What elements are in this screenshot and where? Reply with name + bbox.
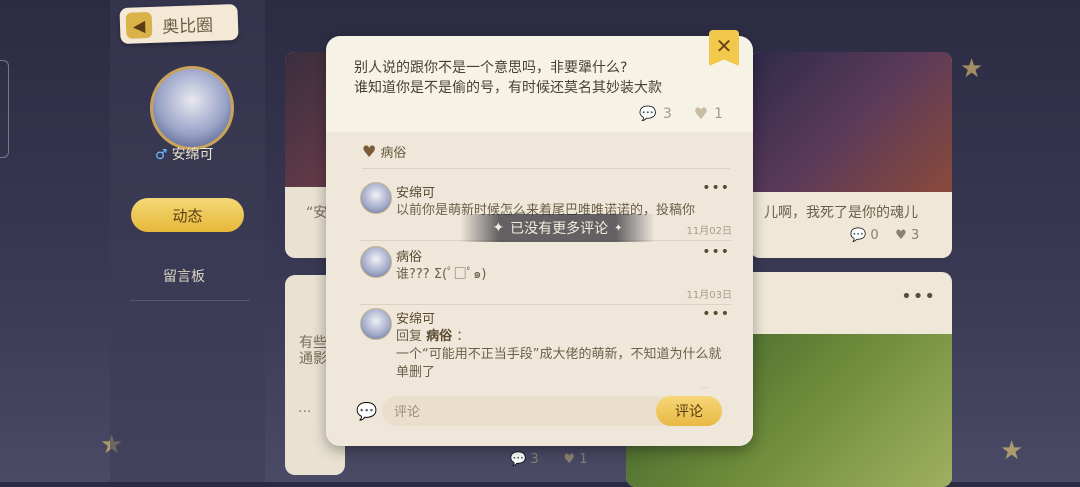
- submit-comment-button[interactable]: 评论: [656, 396, 722, 426]
- divider: [130, 300, 250, 301]
- reply-line: 回复 病俗 ：: [396, 328, 730, 346]
- post-stats: 💬 3 ♥ 1: [639, 104, 723, 123]
- comment-text: 谁??? Σ(ﾟ□ﾟ๑): [396, 267, 487, 282]
- comment-date: 11月02日: [686, 226, 732, 237]
- comment-count: 3: [530, 452, 539, 467]
- message-board-tab[interactable]: 留言板: [163, 266, 205, 286]
- more-options-icon[interactable]: •••: [702, 244, 730, 260]
- profile-name: ♂ 安绵可: [155, 144, 214, 164]
- comment-input[interactable]: [392, 396, 636, 428]
- star-decoration: ★: [1000, 436, 1024, 466]
- comment-input-box[interactable]: 评论: [382, 396, 722, 428]
- comment-icon: 💬: [639, 105, 657, 122]
- back-arrow-icon: ◀: [125, 11, 153, 39]
- heart-icon: ♥: [563, 452, 576, 467]
- sparkle-icon: ✦: [614, 222, 623, 234]
- commenter-avatar[interactable]: [360, 182, 392, 214]
- comment-date: 11月03日: [686, 290, 732, 301]
- like-button[interactable]: ♥ 1: [694, 104, 723, 123]
- comment-input-row: 💬 评论: [326, 388, 753, 446]
- commenter-name: 安绵可: [396, 312, 436, 327]
- like-count: 1: [579, 452, 588, 467]
- more-text: ...: [298, 400, 312, 416]
- reply-text: 一个“可能用不正当手段”成大佬的萌新，不知道为什么就单删了: [396, 347, 722, 380]
- commenter-avatar[interactable]: [360, 308, 392, 340]
- comment-count-button[interactable]: 💬 3: [639, 106, 671, 122]
- back-button[interactable]: ◀ 奥比圈: [119, 3, 239, 45]
- commenter-name: 病俗: [396, 250, 423, 265]
- comment-count: 3: [662, 105, 672, 122]
- like-count: 3: [910, 228, 920, 243]
- heart-icon: ♥: [362, 142, 377, 161]
- commenter-name: 安绵可: [396, 186, 436, 201]
- post-line: 别人说的跟你不是一个意思吗，非要犟什么?: [354, 60, 628, 76]
- toast-text: 已没有更多评论: [510, 221, 609, 237]
- back-label: 奥比圈: [161, 15, 214, 38]
- post-stats: 💬 3 ♥ 1: [510, 452, 587, 467]
- sparkle-icon: ✦: [492, 220, 505, 236]
- post-text: “安: [306, 205, 328, 221]
- reply-prefix: 回复: [396, 329, 423, 344]
- heart-icon: ♥: [693, 104, 709, 123]
- comment-text: 回复 病俗 ： 一个“可能用不正当手段”成大佬的萌新，不知道为什么就单删了: [396, 328, 730, 382]
- post-image: [750, 52, 952, 192]
- more-options-icon[interactable]: •••: [702, 180, 730, 196]
- post-card[interactable]: 儿啊，我死了是你的魂儿 💬 0 ♥ 3: [750, 52, 952, 258]
- profile-name-text: 安绵可: [171, 147, 214, 163]
- post-line: 谁知道你是不是偷的号，有时候还莫名其妙装大款: [354, 80, 662, 96]
- divider: [360, 304, 732, 305]
- more-options-icon[interactable]: •••: [702, 306, 730, 322]
- profile-avatar[interactable]: [150, 66, 234, 150]
- side-drawer-handle[interactable]: [0, 60, 9, 158]
- comment-icon: 💬: [510, 452, 527, 467]
- like-count: 1: [714, 105, 723, 122]
- heart-icon: ♥: [895, 228, 907, 243]
- comment-icon: 💬: [850, 228, 867, 243]
- comment-bubble-icon: 💬: [356, 402, 378, 422]
- toast-message: ✦ 已没有更多评论 ✦: [460, 214, 655, 242]
- commenter-avatar[interactable]: [360, 246, 392, 278]
- more-options-icon[interactable]: •••: [901, 286, 936, 307]
- star-decoration: ★: [960, 54, 984, 84]
- reply-colon: ：: [456, 329, 470, 344]
- liked-by-row: ♥ 病俗: [362, 142, 406, 161]
- comment-count: 0: [870, 228, 879, 243]
- reply-target-name[interactable]: 病俗: [426, 329, 452, 344]
- post-text: 儿啊，我死了是你的魂儿: [764, 205, 918, 221]
- divider: [362, 168, 730, 169]
- liked-by-name: 病俗: [380, 146, 407, 161]
- feed-tab[interactable]: 动态: [131, 198, 244, 232]
- post-content: 别人说的跟你不是一个意思吗，非要犟什么? 谁知道你是不是偷的号，有时候还莫名其妙…: [354, 58, 662, 98]
- post-stats: 💬 0 ♥ 3: [850, 228, 919, 243]
- male-icon: ♂: [155, 147, 168, 163]
